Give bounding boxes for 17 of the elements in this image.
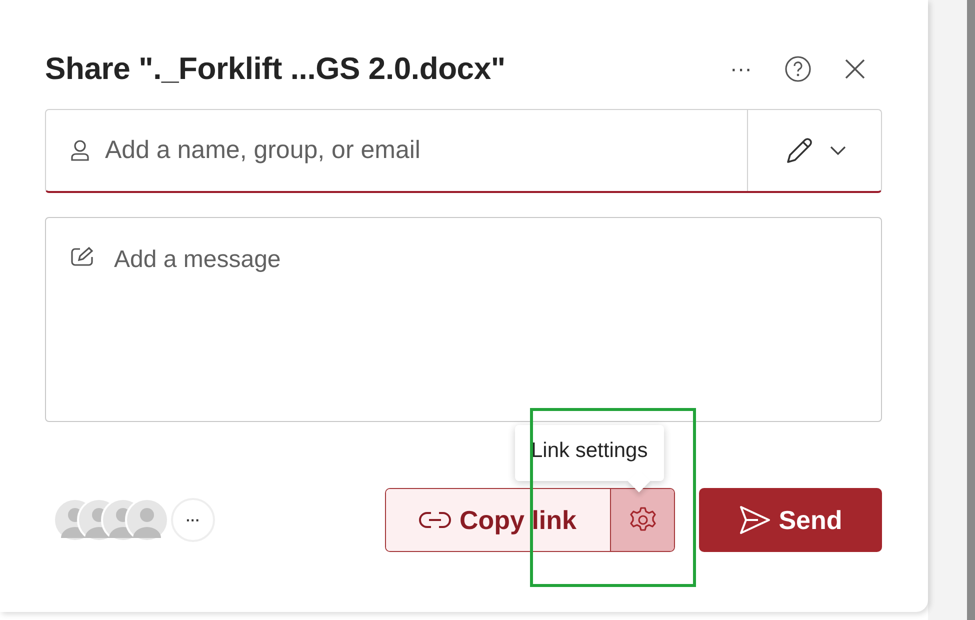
person-icon [71, 140, 89, 162]
send-button[interactable]: Send [699, 488, 882, 552]
dialog-title: Share "._Forklift ...GS 2.0.docx" [45, 50, 506, 88]
recipients-input[interactable]: Add a name, group, or email [103, 130, 747, 170]
link-icon [419, 511, 452, 530]
tooltip-text: Link settings [531, 439, 648, 462]
recipients-field[interactable]: Add a name, group, or email [45, 109, 882, 194]
link-settings-button[interactable] [610, 489, 674, 552]
more-people-button[interactable]: ··· [171, 498, 215, 542]
chevron-down-icon [830, 146, 846, 156]
message-input[interactable]: Add a message [112, 240, 857, 400]
copy-link-button[interactable]: Copy link [386, 489, 610, 552]
send-icon [738, 505, 771, 536]
scrollbar[interactable] [967, 0, 975, 620]
more-button[interactable]: ··· [726, 54, 756, 84]
message-field[interactable]: Add a message [45, 217, 882, 422]
edit-icon [70, 246, 96, 268]
